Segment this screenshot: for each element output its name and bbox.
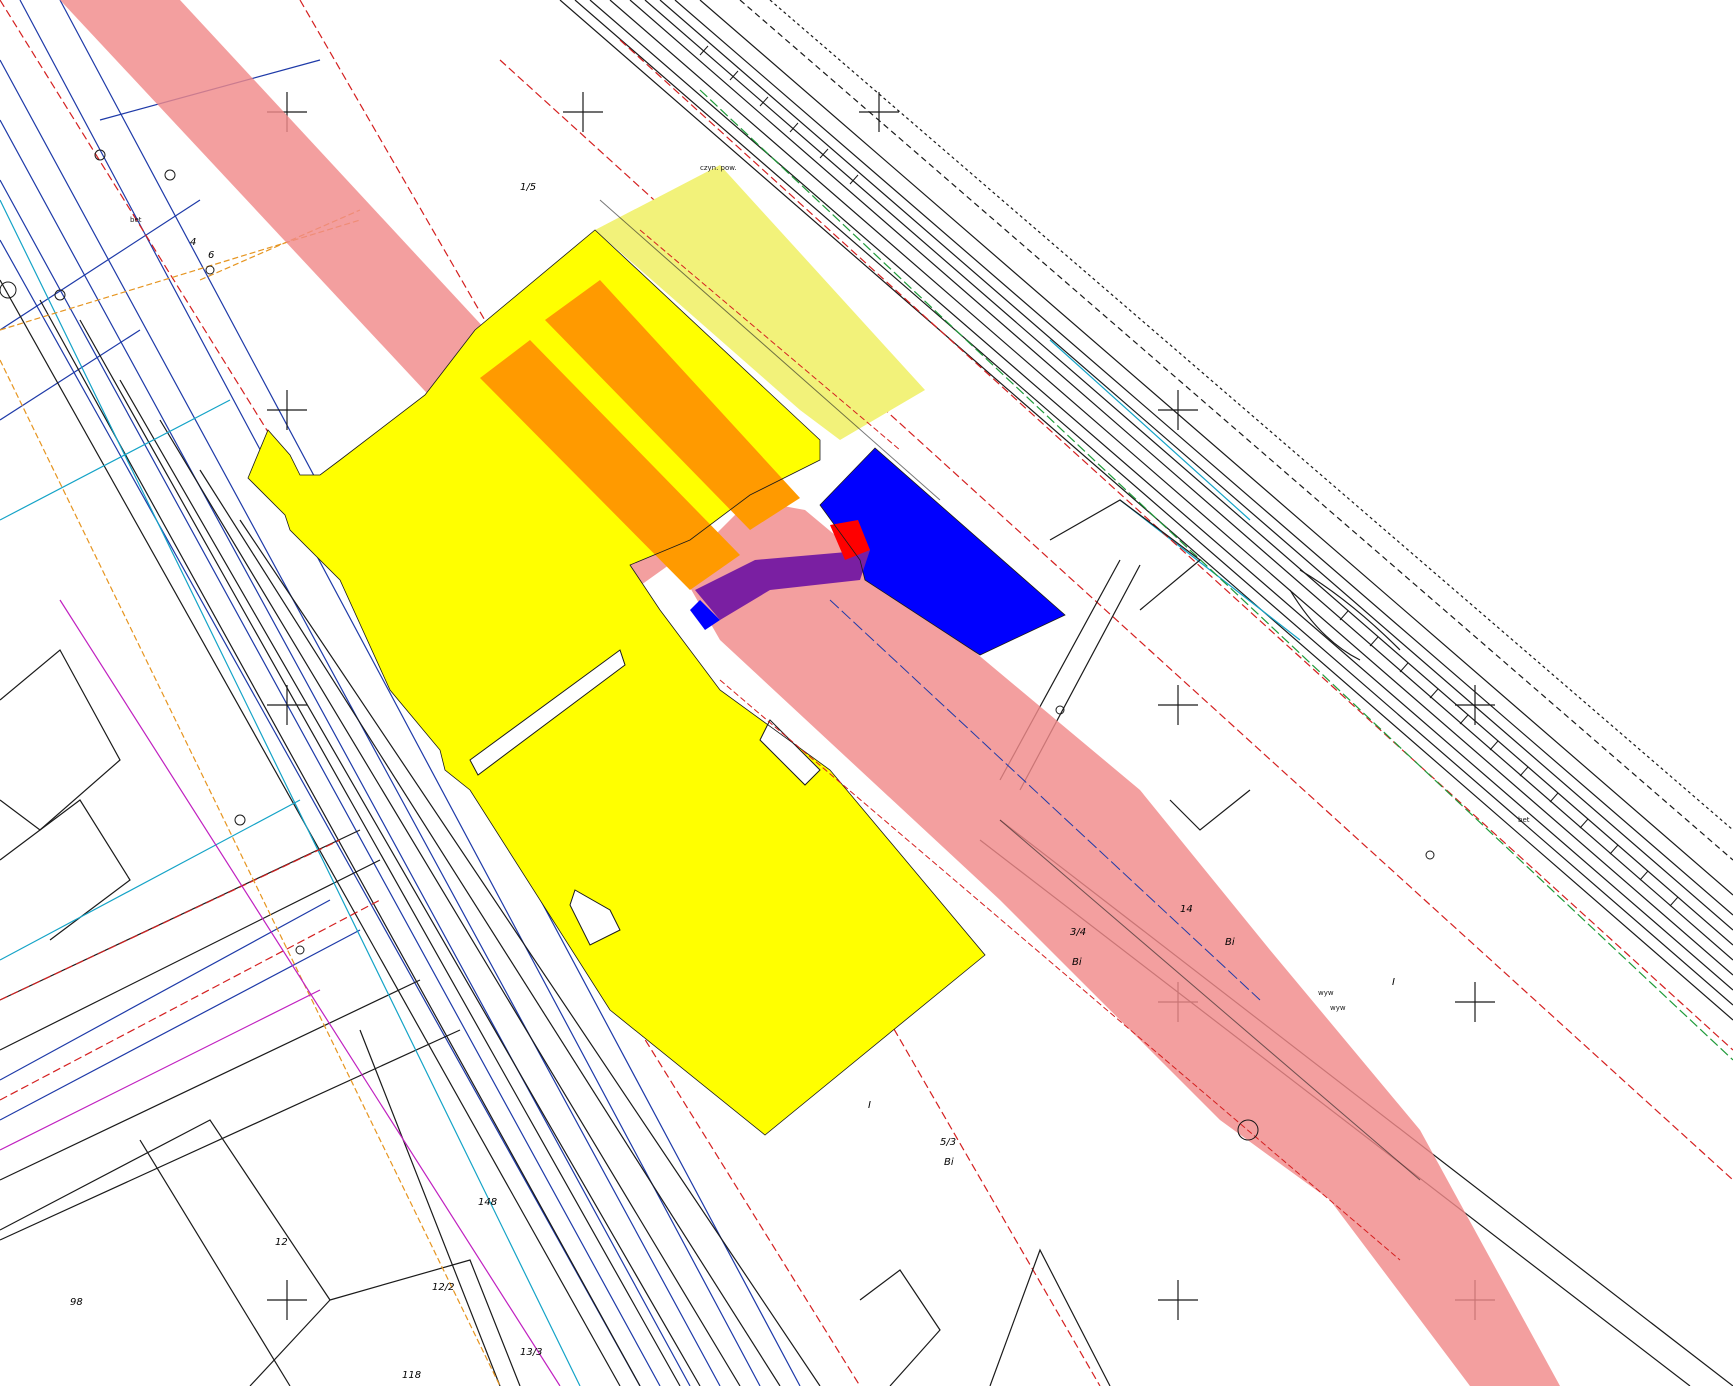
parcel-label-bi-3: Bi bbox=[1225, 937, 1235, 948]
parcel-label-98: 98 bbox=[70, 1297, 83, 1308]
label-wyw-1: wyw bbox=[1318, 989, 1334, 997]
parcel-label-5-3: 5/3 bbox=[940, 1137, 956, 1148]
parcel-label-3-4: 3/4 bbox=[1070, 927, 1086, 938]
parcel-label-148: 148 bbox=[478, 1197, 497, 1208]
parcel-label-4: 4 bbox=[190, 237, 196, 248]
parcel-label-i: I bbox=[868, 1100, 871, 1111]
parcel-label-118: 118 bbox=[402, 1370, 421, 1381]
parcel-label-12-2: 12/2 bbox=[432, 1282, 454, 1293]
parcel-label-1-5: 1/5 bbox=[520, 182, 536, 193]
label-czyn: czyn. pow. bbox=[700, 164, 737, 172]
label-wyw-2: wyw bbox=[1330, 1004, 1346, 1012]
parcel-label-bi-1: Bi bbox=[944, 1157, 954, 1168]
label-bet: bet bbox=[130, 216, 142, 224]
parcel-label-6: 6 bbox=[208, 250, 214, 261]
parcel-label-14: 14 bbox=[1180, 904, 1193, 915]
parcel-label-bi-2: Bi bbox=[1072, 957, 1082, 968]
label-bet-2: bet bbox=[1518, 816, 1530, 824]
parcel-label-i-2: I bbox=[1392, 977, 1395, 988]
parcel-label-13-3: 13/3 bbox=[520, 1347, 542, 1358]
map-canvas: 5/3 Bi 1/5 3/4 Bi 14 Bi 98 12/2 13/3 118… bbox=[0, 0, 1733, 1386]
parcel-label-12: 12 bbox=[275, 1237, 288, 1248]
